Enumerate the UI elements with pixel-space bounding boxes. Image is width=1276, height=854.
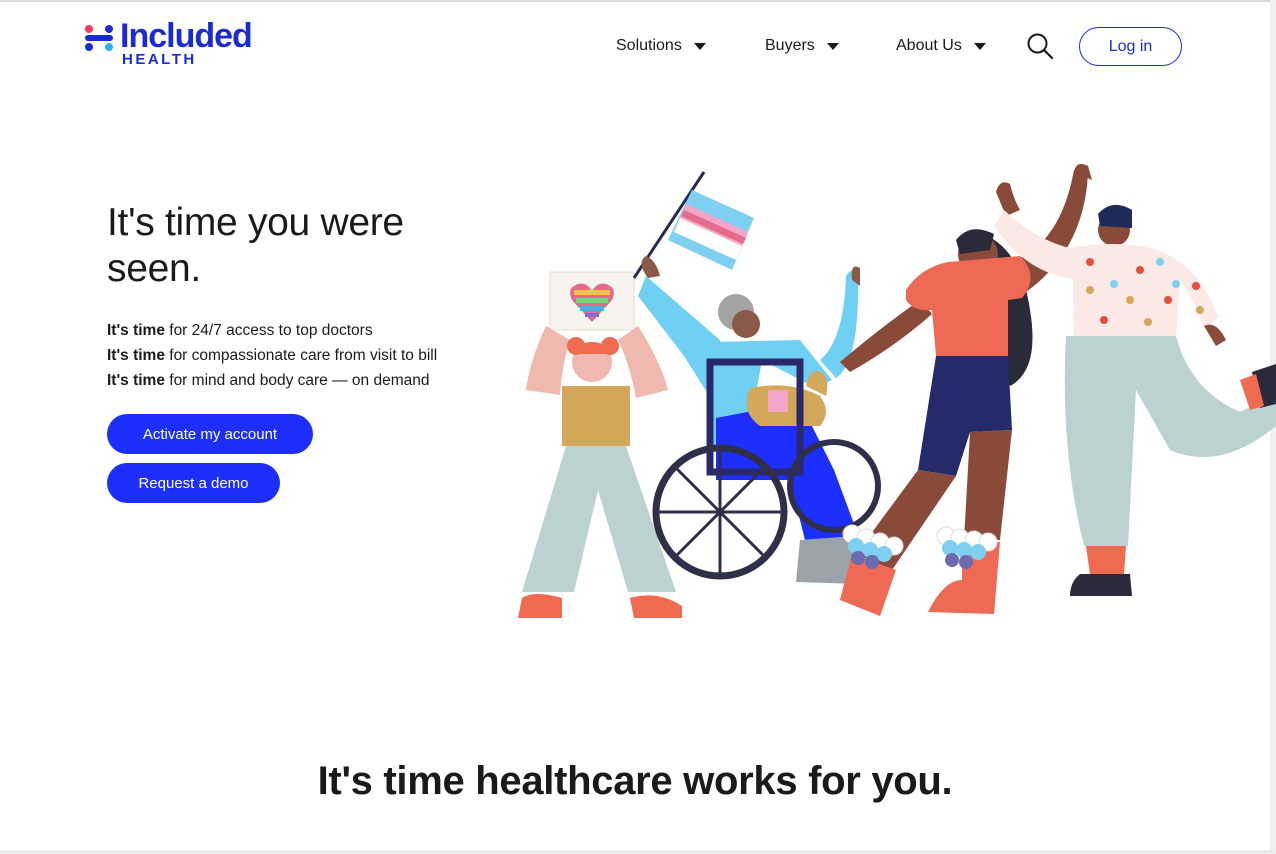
person-jumping [994,182,1276,596]
person-in-wheelchair [638,256,881,584]
bullet-bold: It's time [107,372,165,389]
chevron-down-icon [973,42,986,50]
person-with-heart-sign [518,271,682,618]
request-demo-button[interactable]: Request a demo [107,463,280,503]
included-health-logo[interactable]: Included HEALTH [84,17,284,72]
hero-illustration [518,164,1276,618]
bottom-border [0,850,1276,854]
logo-wordmark: Included [120,17,253,55]
nav-about-us[interactable]: About Us [896,37,986,55]
nav-about-label: About Us [896,37,962,54]
bullet-text: for mind and body care — on demand [164,372,430,389]
bullet-text: for compassionate care from visit to bil… [164,347,438,364]
chevron-down-icon [693,42,706,50]
nav-solutions[interactable]: Solutions [616,37,706,55]
hero-title: It's time you were seen. [107,201,404,290]
nav-buyers[interactable]: Buyers [765,37,839,55]
logo-subtitle: HEALTH [122,51,197,68]
bullet-bold: It's time [107,347,165,364]
login-button[interactable]: Log in [1079,27,1182,66]
hero-bullet: It's time for compassionate care from vi… [107,343,507,368]
bullet-bold: It's time [107,322,165,339]
logo-mark-icon [85,25,113,51]
hero-bullets: It's time for 24/7 access to top doctors… [107,318,507,393]
section-title: It's time healthcare works for you. [317,759,953,803]
nav-buyers-label: Buyers [765,37,815,54]
nav-solutions-label: Solutions [616,37,682,54]
search-icon[interactable] [1026,32,1054,60]
hero-bullet: It's time for 24/7 access to top doctors [107,318,507,343]
activate-account-button[interactable]: Activate my account [107,414,313,454]
hero-bullet: It's time for mind and body care — on de… [107,368,507,393]
top-border [0,0,1276,2]
person-dancing [840,164,1092,616]
chevron-down-icon [826,42,839,50]
bullet-text: for 24/7 access to top doctors [164,322,373,339]
